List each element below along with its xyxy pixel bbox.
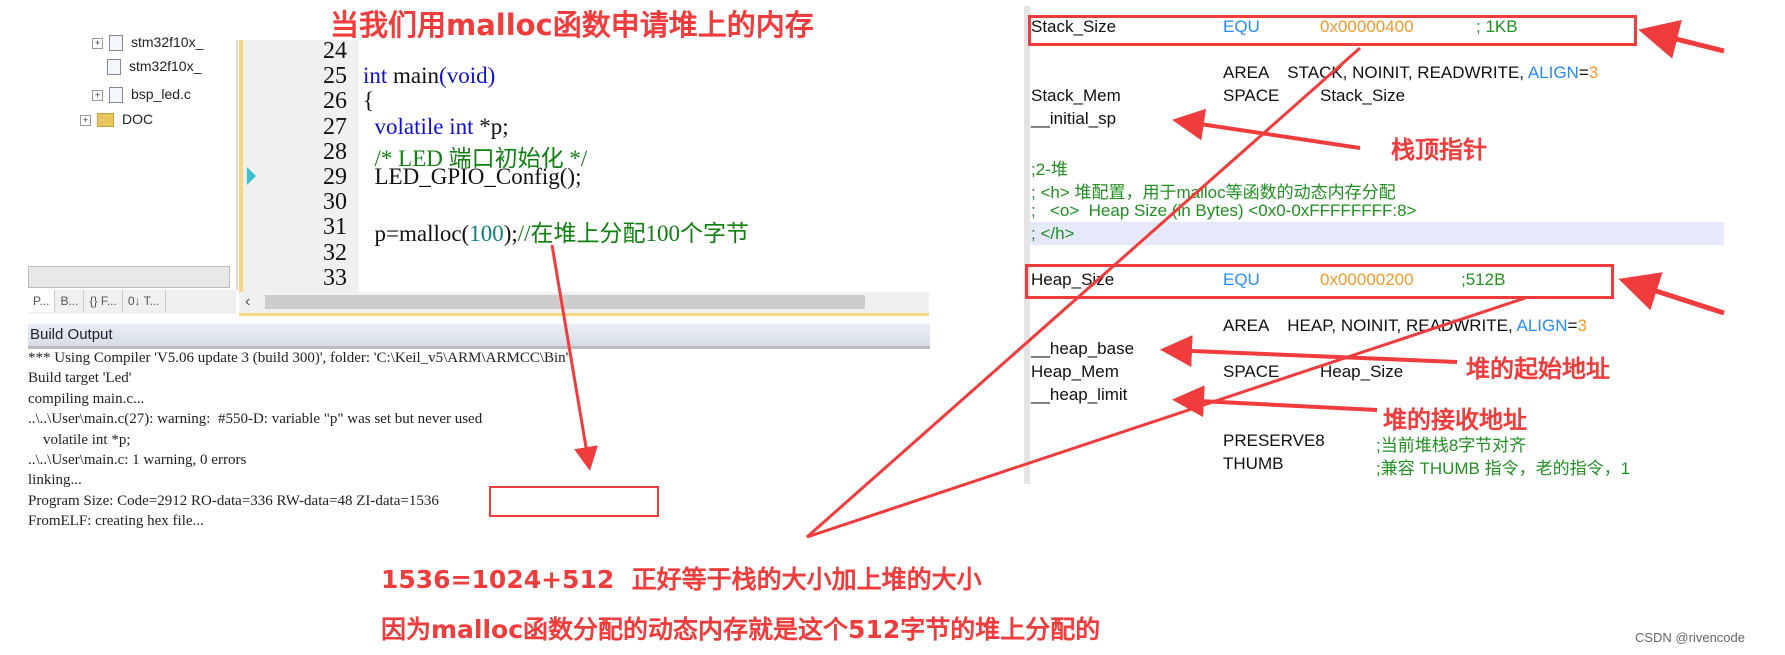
arrow-heap-limit: [1172, 385, 1378, 418]
watermark-credit: CSDN @rivencode: [1634, 630, 1745, 645]
arrow-to-stack-box: [806, 46, 1526, 539]
arrow-stack-right: [1638, 19, 1725, 59]
arrow-initial-sp: [1172, 108, 1361, 150]
arrow-to-zi: [550, 244, 598, 471]
arrow-heap-base: [1160, 335, 1458, 367]
annotation-arrows: [550, 19, 1725, 539]
arrow-heap-right: [1618, 272, 1725, 316]
